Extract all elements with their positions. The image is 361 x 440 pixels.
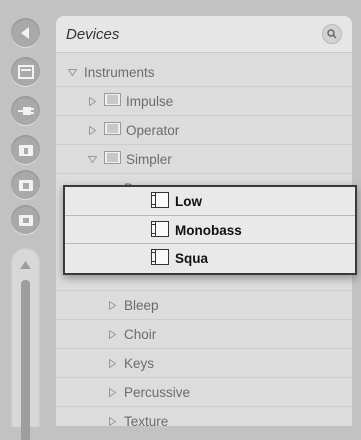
tree-item-texture[interactable]: Texture [56,407,352,435]
tree-item-keys[interactable]: Keys [56,349,352,377]
tree-item-label: Impulse [126,93,174,109]
collapsed-triangle-icon[interactable] [86,96,98,106]
folder-1-icon[interactable] [11,135,40,164]
expanded-triangle-icon[interactable] [86,155,98,163]
preset-item-low[interactable]: Low [65,187,355,215]
tree-item-label: Choir [124,326,157,342]
scroll-thumb[interactable] [21,280,30,440]
search-icon[interactable] [322,24,342,44]
device-icon [104,122,121,138]
collapsed-triangle-icon[interactable] [106,416,118,426]
tree-item-label: Texture [124,413,169,429]
folder-2-icon[interactable] [11,170,40,199]
device-icon [104,151,121,167]
scrollbar[interactable] [11,247,40,440]
tree-item-simpler[interactable]: Simpler [56,145,352,173]
tree-item-impulse[interactable]: Impulse [56,87,352,115]
back-arrow-icon[interactable] [11,18,40,47]
collapsed-triangle-icon[interactable] [106,387,118,397]
browser-icon[interactable] [11,57,40,86]
tree-item-choir[interactable]: Choir [56,320,352,348]
preset-label: Low [175,193,202,209]
preset-icon [151,220,169,240]
tree-item-bleep[interactable]: Bleep [56,291,352,319]
collapsed-triangle-icon[interactable] [86,125,98,135]
panel-header: Devices [56,16,352,53]
scroll-up-icon[interactable] [19,260,32,270]
preset-label: Squa [175,250,209,266]
panel-title: Devices [66,25,120,43]
preset-popup: Low Monobass Squa [63,185,357,275]
tree-item-label: Instruments [84,64,155,80]
preset-icon [151,191,169,211]
preset-item-monobass[interactable]: Monobass [65,215,355,244]
tree-item-operator[interactable]: Operator [56,116,352,144]
tree-item-label: Simpler [126,151,172,167]
browser-rail [0,0,50,440]
preset-label: Monobass [175,222,242,238]
tree-item-label: Percussive [124,384,191,400]
tree-item-label: Bleep [124,297,159,313]
tree-item-label: Keys [124,355,155,371]
preset-icon [151,248,169,268]
tree-item-percussive[interactable]: Percussive [56,378,352,406]
expanded-triangle-icon[interactable] [66,68,78,76]
collapsed-triangle-icon[interactable] [106,358,118,368]
tree-item-instruments[interactable]: Instruments [56,58,352,86]
collapsed-triangle-icon[interactable] [106,300,118,310]
folder-3-icon[interactable] [11,205,40,234]
collapsed-triangle-icon[interactable] [106,329,118,339]
device-icon [104,93,121,109]
tree-item-label: Operator [126,122,180,138]
preset-item-squa[interactable]: Squa [65,243,355,272]
plug-icon[interactable] [11,96,40,125]
